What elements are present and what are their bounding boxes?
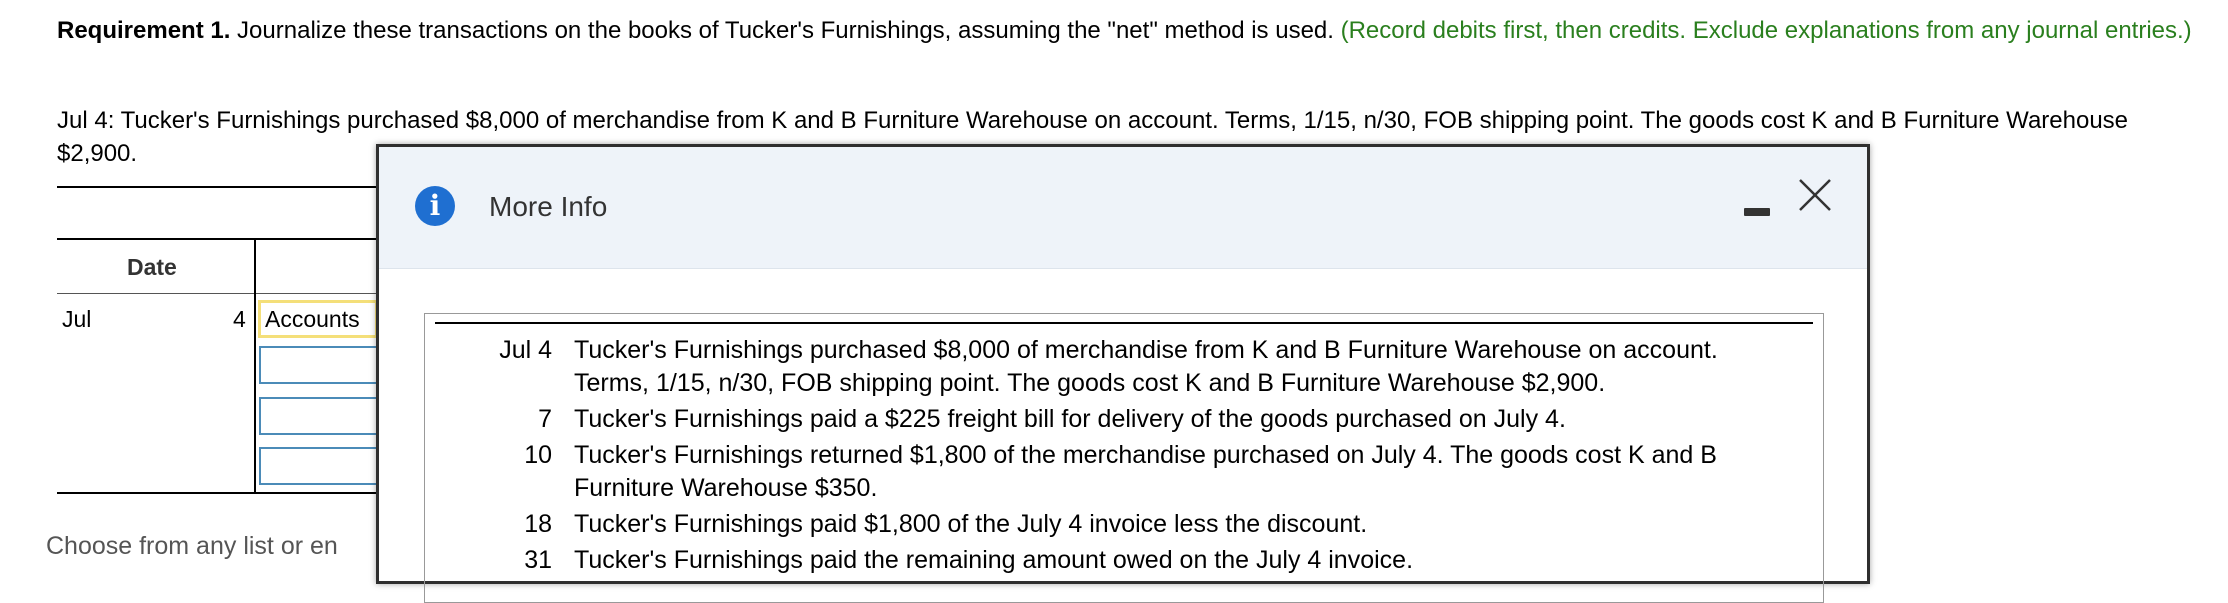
table-row: 7 Tucker's Furnishings paid a $225 freig… xyxy=(435,403,1774,439)
requirement-label: Requirement 1. xyxy=(57,17,231,44)
transactions-box: Jul 4 Tucker's Furnishings purchased $8,… xyxy=(424,313,1824,603)
entry-month: Jul xyxy=(62,306,92,332)
table-header-bottom-rule xyxy=(57,293,387,294)
table-top-rule xyxy=(57,186,387,188)
account-field-selected[interactable]: Accounts xyxy=(258,300,378,338)
transactions-table: Jul 4 Tucker's Furnishings purchased $8,… xyxy=(435,334,1774,580)
dialog-header: i More Info xyxy=(379,147,1867,269)
transaction-date: 7 xyxy=(538,405,552,433)
more-info-dialog: i More Info Jul 4 Tucker's Furnishings p… xyxy=(376,144,1870,603)
transaction-description: Tucker's Furnishings paid the remaining … xyxy=(574,546,1414,574)
account-input-row-2[interactable] xyxy=(259,346,379,384)
transactions-top-rule xyxy=(435,322,1813,324)
transaction-description: Tucker's Furnishings paid $1,800 of the … xyxy=(574,510,1368,538)
table-row: 10 Tucker's Furnishings returned $1,800 … xyxy=(435,439,1774,508)
transaction-description: Tucker's Furnishings purchased $8,000 of… xyxy=(574,336,1718,397)
transaction-date: 31 xyxy=(524,546,552,574)
account-input-row-3[interactable] xyxy=(259,397,379,435)
footer-hint: Choose from any list or en xyxy=(46,532,338,560)
close-icon xyxy=(1799,179,1831,211)
close-button[interactable] xyxy=(1797,177,1833,213)
table-bottom-rule xyxy=(57,492,387,494)
transaction-date: 10 xyxy=(524,441,552,469)
table-date-divider xyxy=(254,238,256,494)
requirement-body: Journalize these transactions on the boo… xyxy=(230,17,1341,44)
table-row: 18 Tucker's Furnishings paid $1,800 of t… xyxy=(435,508,1774,544)
table-row: Jul 4 Tucker's Furnishings purchased $8,… xyxy=(435,334,1774,403)
minimize-button[interactable] xyxy=(1744,199,1770,225)
account-input-row-4[interactable] xyxy=(259,447,379,485)
minimize-icon xyxy=(1744,208,1770,216)
dialog-title: More Info xyxy=(489,191,608,222)
requirement-instruction: (Record debits first, then credits. Excl… xyxy=(1340,17,2192,44)
entry-day: 4 xyxy=(233,306,246,332)
transaction-date: 18 xyxy=(524,510,552,538)
table-row: 31 Tucker's Furnishings paid the remaini… xyxy=(435,544,1774,580)
table-header-rule xyxy=(57,238,387,240)
date-column-header: Date xyxy=(127,254,177,280)
transaction-description: Tucker's Furnishings paid a $225 freight… xyxy=(574,405,1566,433)
info-icon: i xyxy=(415,186,455,226)
transaction-description: Tucker's Furnishings returned $1,800 of … xyxy=(574,441,1717,502)
requirement-text: Requirement 1. Journalize these transact… xyxy=(57,14,2207,47)
transaction-date: Jul 4 xyxy=(499,336,552,364)
